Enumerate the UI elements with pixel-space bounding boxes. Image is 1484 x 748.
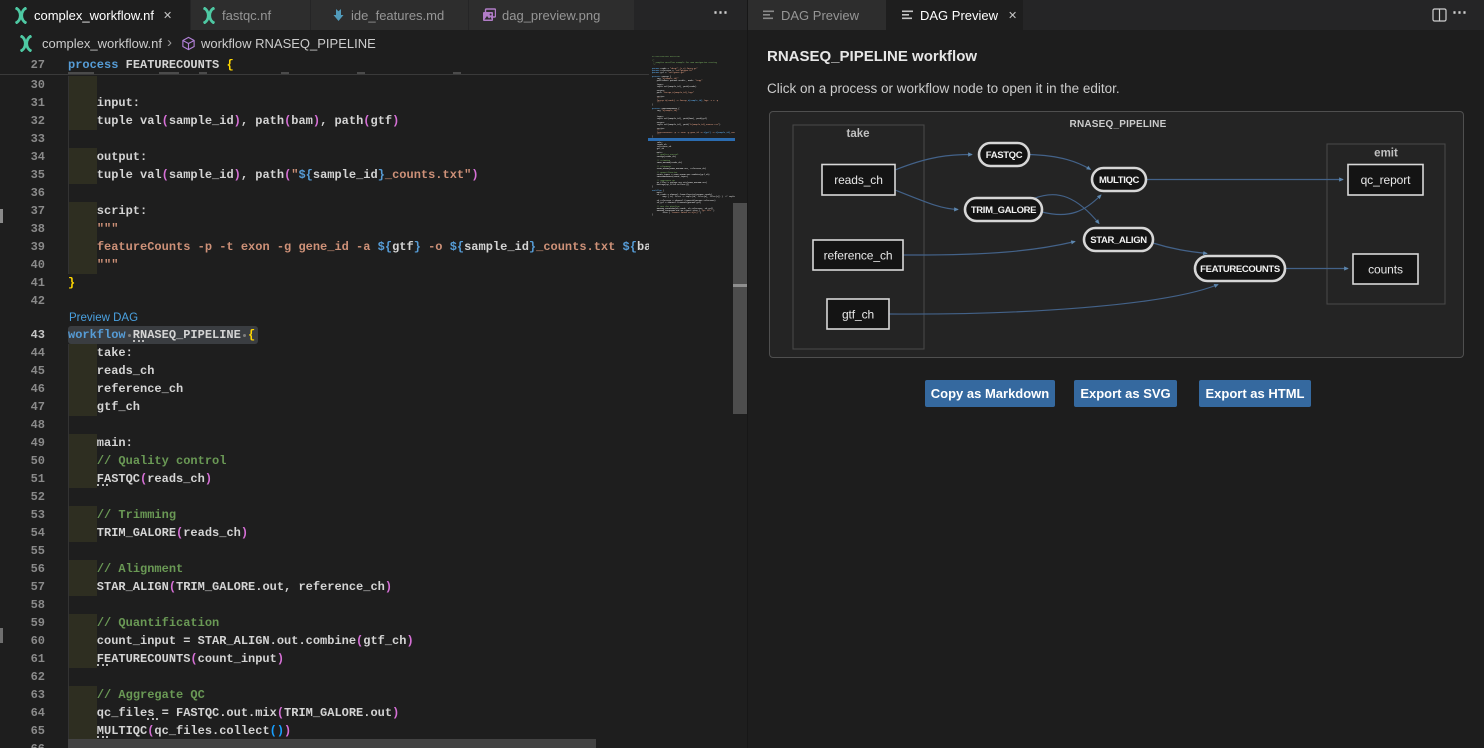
svg-text:take: take (846, 128, 869, 140)
svg-text:FEATURECOUNTS: FEATURECOUNTS (1200, 264, 1280, 275)
svg-text:reads_ch: reads_ch (834, 173, 883, 187)
svg-text:qc_report: qc_report (1361, 173, 1412, 187)
svg-text:counts: counts (1368, 263, 1403, 277)
svg-text:TRIM_GALORE: TRIM_GALORE (971, 205, 1036, 216)
svg-text:STAR_ALIGN: STAR_ALIGN (1090, 235, 1147, 246)
svg-text:emit: emit (1374, 148, 1398, 160)
svg-text:gtf_ch: gtf_ch (842, 308, 874, 322)
svg-text:RNASEQ_PIPELINE: RNASEQ_PIPELINE (1070, 119, 1167, 130)
svg-text:FASTQC: FASTQC (986, 150, 1023, 161)
svg-text:reference_ch: reference_ch (824, 249, 893, 263)
svg-text:MULTIQC: MULTIQC (1099, 175, 1140, 186)
